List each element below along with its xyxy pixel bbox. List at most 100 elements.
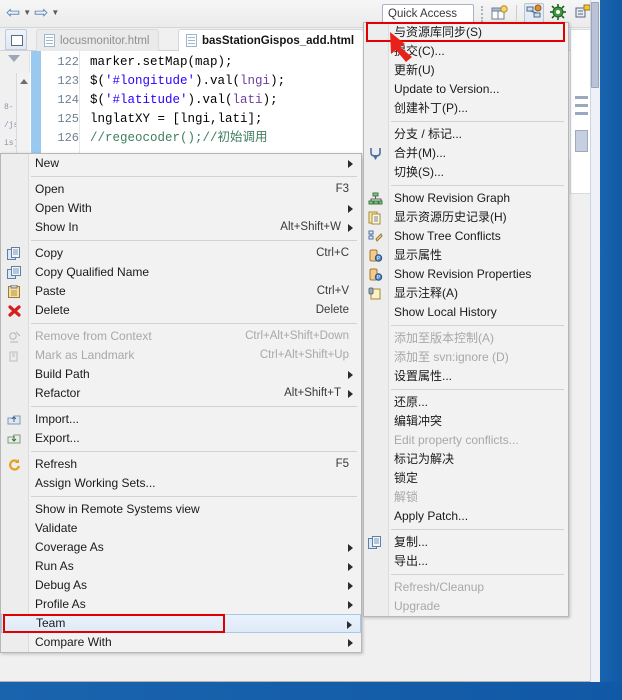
quick-access-input[interactable]: Quick Access (382, 4, 474, 24)
submenu-item-23[interactable]: 编辑冲突 (364, 412, 568, 431)
forward-arrow-icon[interactable]: ⇨ (34, 4, 48, 22)
paste-icon (7, 284, 22, 299)
copy-icon (7, 247, 22, 261)
scroll-up-button[interactable] (16, 73, 30, 159)
window-scrollbar-thumb[interactable] (591, 2, 599, 88)
revision-graph-icon (368, 192, 383, 206)
submenu-item-20[interactable]: 设置属性... (364, 367, 568, 386)
menu-item-label: Mark as Landmark (35, 348, 135, 362)
submenu-item-7[interactable]: 合并(M)... (364, 144, 568, 163)
editor-tab-basstationgispos[interactable]: basStationGispos_add.html (178, 29, 365, 51)
editor-left-ruler: 8- /js is) (0, 51, 30, 159)
screenshot-root: ⇦ ▼ ⇨ ▼ Quick Access locusmonitor.html b… (0, 0, 622, 700)
submenu-item-6[interactable]: 分支 / 标记... (364, 125, 568, 144)
menu-item-profile-as[interactable]: Profile As (1, 595, 361, 614)
menu-item-new[interactable]: New (1, 154, 361, 173)
menu-item-paste[interactable]: Paste Ctrl+V (1, 282, 361, 301)
menu-item-copy[interactable]: Copy Ctrl+C (1, 244, 361, 263)
line-number: 122 (57, 55, 79, 69)
menu-item-open-with[interactable]: Open With (1, 199, 361, 218)
submenu-item-3[interactable]: Update to Version... (364, 80, 568, 99)
submenu-item-22[interactable]: 还原... (364, 393, 568, 412)
submenu-item-15[interactable]: 显示注释(A) (364, 284, 568, 303)
line-number: 124 (57, 93, 79, 107)
submenu-arrow-icon (348, 601, 353, 609)
menu-item-debug-as[interactable]: Debug As (1, 576, 361, 595)
menu-item-show-in-remote-systems-view[interactable]: Show in Remote Systems view (1, 500, 361, 519)
menu-item-label: Validate (35, 521, 78, 535)
submenu-item-30[interactable]: 复制... (364, 533, 568, 552)
team-submenu[interactable]: 与资源库同步(S) 提交(C)... 更新(U) Update to Version.… (363, 22, 569, 617)
remove-context-icon (7, 330, 22, 344)
properties-icon: P (368, 249, 383, 263)
menu-item-compare-with[interactable]: Compare With (1, 633, 361, 652)
html-file-icon (186, 34, 197, 47)
context-menu[interactable]: New Open F3 Open With Show In Alt+Shift+W Copy… (0, 153, 362, 653)
back-dropdown-icon[interactable]: ▼ (23, 4, 31, 22)
menu-item-shortcut: Delete (315, 304, 349, 316)
debug-perspective-icon[interactable] (549, 3, 569, 23)
menu-separator (31, 176, 357, 177)
submenu-item-label: Edit property conflicts... (394, 433, 519, 447)
submenu-item-25[interactable]: 标记为解决 (364, 450, 568, 469)
menu-item-build-path[interactable]: Build Path (1, 365, 361, 384)
submenu-item-31[interactable]: 导出... (364, 552, 568, 571)
submenu-item-label: Refresh/Cleanup (394, 580, 485, 594)
back-arrow-icon[interactable]: ⇦ (6, 4, 20, 22)
menu-item-assign-working-sets[interactable]: Assign Working Sets... (1, 474, 361, 493)
perspective-open-icon[interactable] (489, 3, 509, 23)
menu-item-refresh[interactable]: Refresh F5 (1, 455, 361, 474)
submenu-arrow-icon (348, 390, 353, 398)
menu-item-label: Build Path (35, 367, 90, 381)
submenu-item-13[interactable]: P 显示属性 (364, 246, 568, 265)
java-ee-perspective-icon[interactable] (524, 3, 544, 23)
desktop-background-right (600, 0, 622, 700)
submenu-item-28[interactable]: Apply Patch... (364, 507, 568, 526)
submenu-item-label: 显示属性 (394, 248, 443, 262)
submenu-item-19: 添加至 svn:ignore (D) (364, 348, 568, 367)
menu-item-open[interactable]: Open F3 (1, 180, 361, 199)
menu-item-delete[interactable]: Delete Delete (1, 301, 361, 320)
submenu-separator (391, 185, 564, 186)
forward-dropdown-icon[interactable]: ▼ (51, 4, 59, 22)
restore-view-button[interactable] (5, 29, 27, 50)
menu-item-team[interactable]: Team (1, 614, 361, 633)
editor-tab-label: basStationGispos_add.html (202, 34, 355, 47)
html-file-icon (44, 34, 55, 47)
menu-item-coverage-as[interactable]: Coverage As (1, 538, 361, 557)
submenu-item-16[interactable]: Show Local History (364, 303, 568, 322)
menu-item-label: Profile As (35, 597, 86, 611)
line-number: 126 (57, 131, 79, 145)
refresh-icon (7, 458, 22, 472)
submenu-item-27: 解锁 (364, 488, 568, 507)
line-number: 123 (57, 74, 79, 88)
submenu-item-10[interactable]: Show Revision Graph (364, 189, 568, 208)
submenu-item-11[interactable]: 显示资源历史记录(H) (364, 208, 568, 227)
menu-item-show-in[interactable]: Show In Alt+Shift+W (1, 218, 361, 237)
submenu-item-4[interactable]: 创建补丁(P)... (364, 99, 568, 118)
submenu-item-26[interactable]: 锁定 (364, 469, 568, 488)
submenu-item-14[interactable]: P Show Revision Properties (364, 265, 568, 284)
submenu-item-label: 锁定 (394, 471, 419, 485)
submenu-item-8[interactable]: 切换(S)... (364, 163, 568, 182)
menu-separator (31, 406, 357, 407)
menu-item-export[interactable]: Export... (1, 429, 361, 448)
editor-tab-locusmonitor[interactable]: locusmonitor.html (36, 29, 160, 51)
perspective-switcher (489, 3, 594, 23)
window-vertical-scrollbar[interactable] (590, 0, 600, 682)
menu-item-label: Compare With (35, 635, 112, 649)
menu-item-import[interactable]: Import... (1, 410, 361, 429)
menu-item-label: Refresh (35, 457, 78, 471)
menu-item-refactor[interactable]: Refactor Alt+Shift+T (1, 384, 361, 403)
menu-item-run-as[interactable]: Run As (1, 557, 361, 576)
collapse-toolbar-icon[interactable] (8, 55, 20, 62)
submenu-arrow-icon (348, 563, 353, 571)
menu-item-validate[interactable]: Validate (1, 519, 361, 538)
menu-item-copy-qualified-name[interactable]: Copy Qualified Name (1, 263, 361, 282)
submenu-item-label: 设置属性... (394, 369, 453, 383)
submenu-item-12[interactable]: Show Tree Conflicts (364, 227, 568, 246)
menu-separator (31, 496, 357, 497)
toolbar-drag-handle[interactable] (480, 4, 484, 24)
copy-qualified-icon (7, 266, 22, 280)
menu-item-label: Refactor (35, 386, 81, 400)
